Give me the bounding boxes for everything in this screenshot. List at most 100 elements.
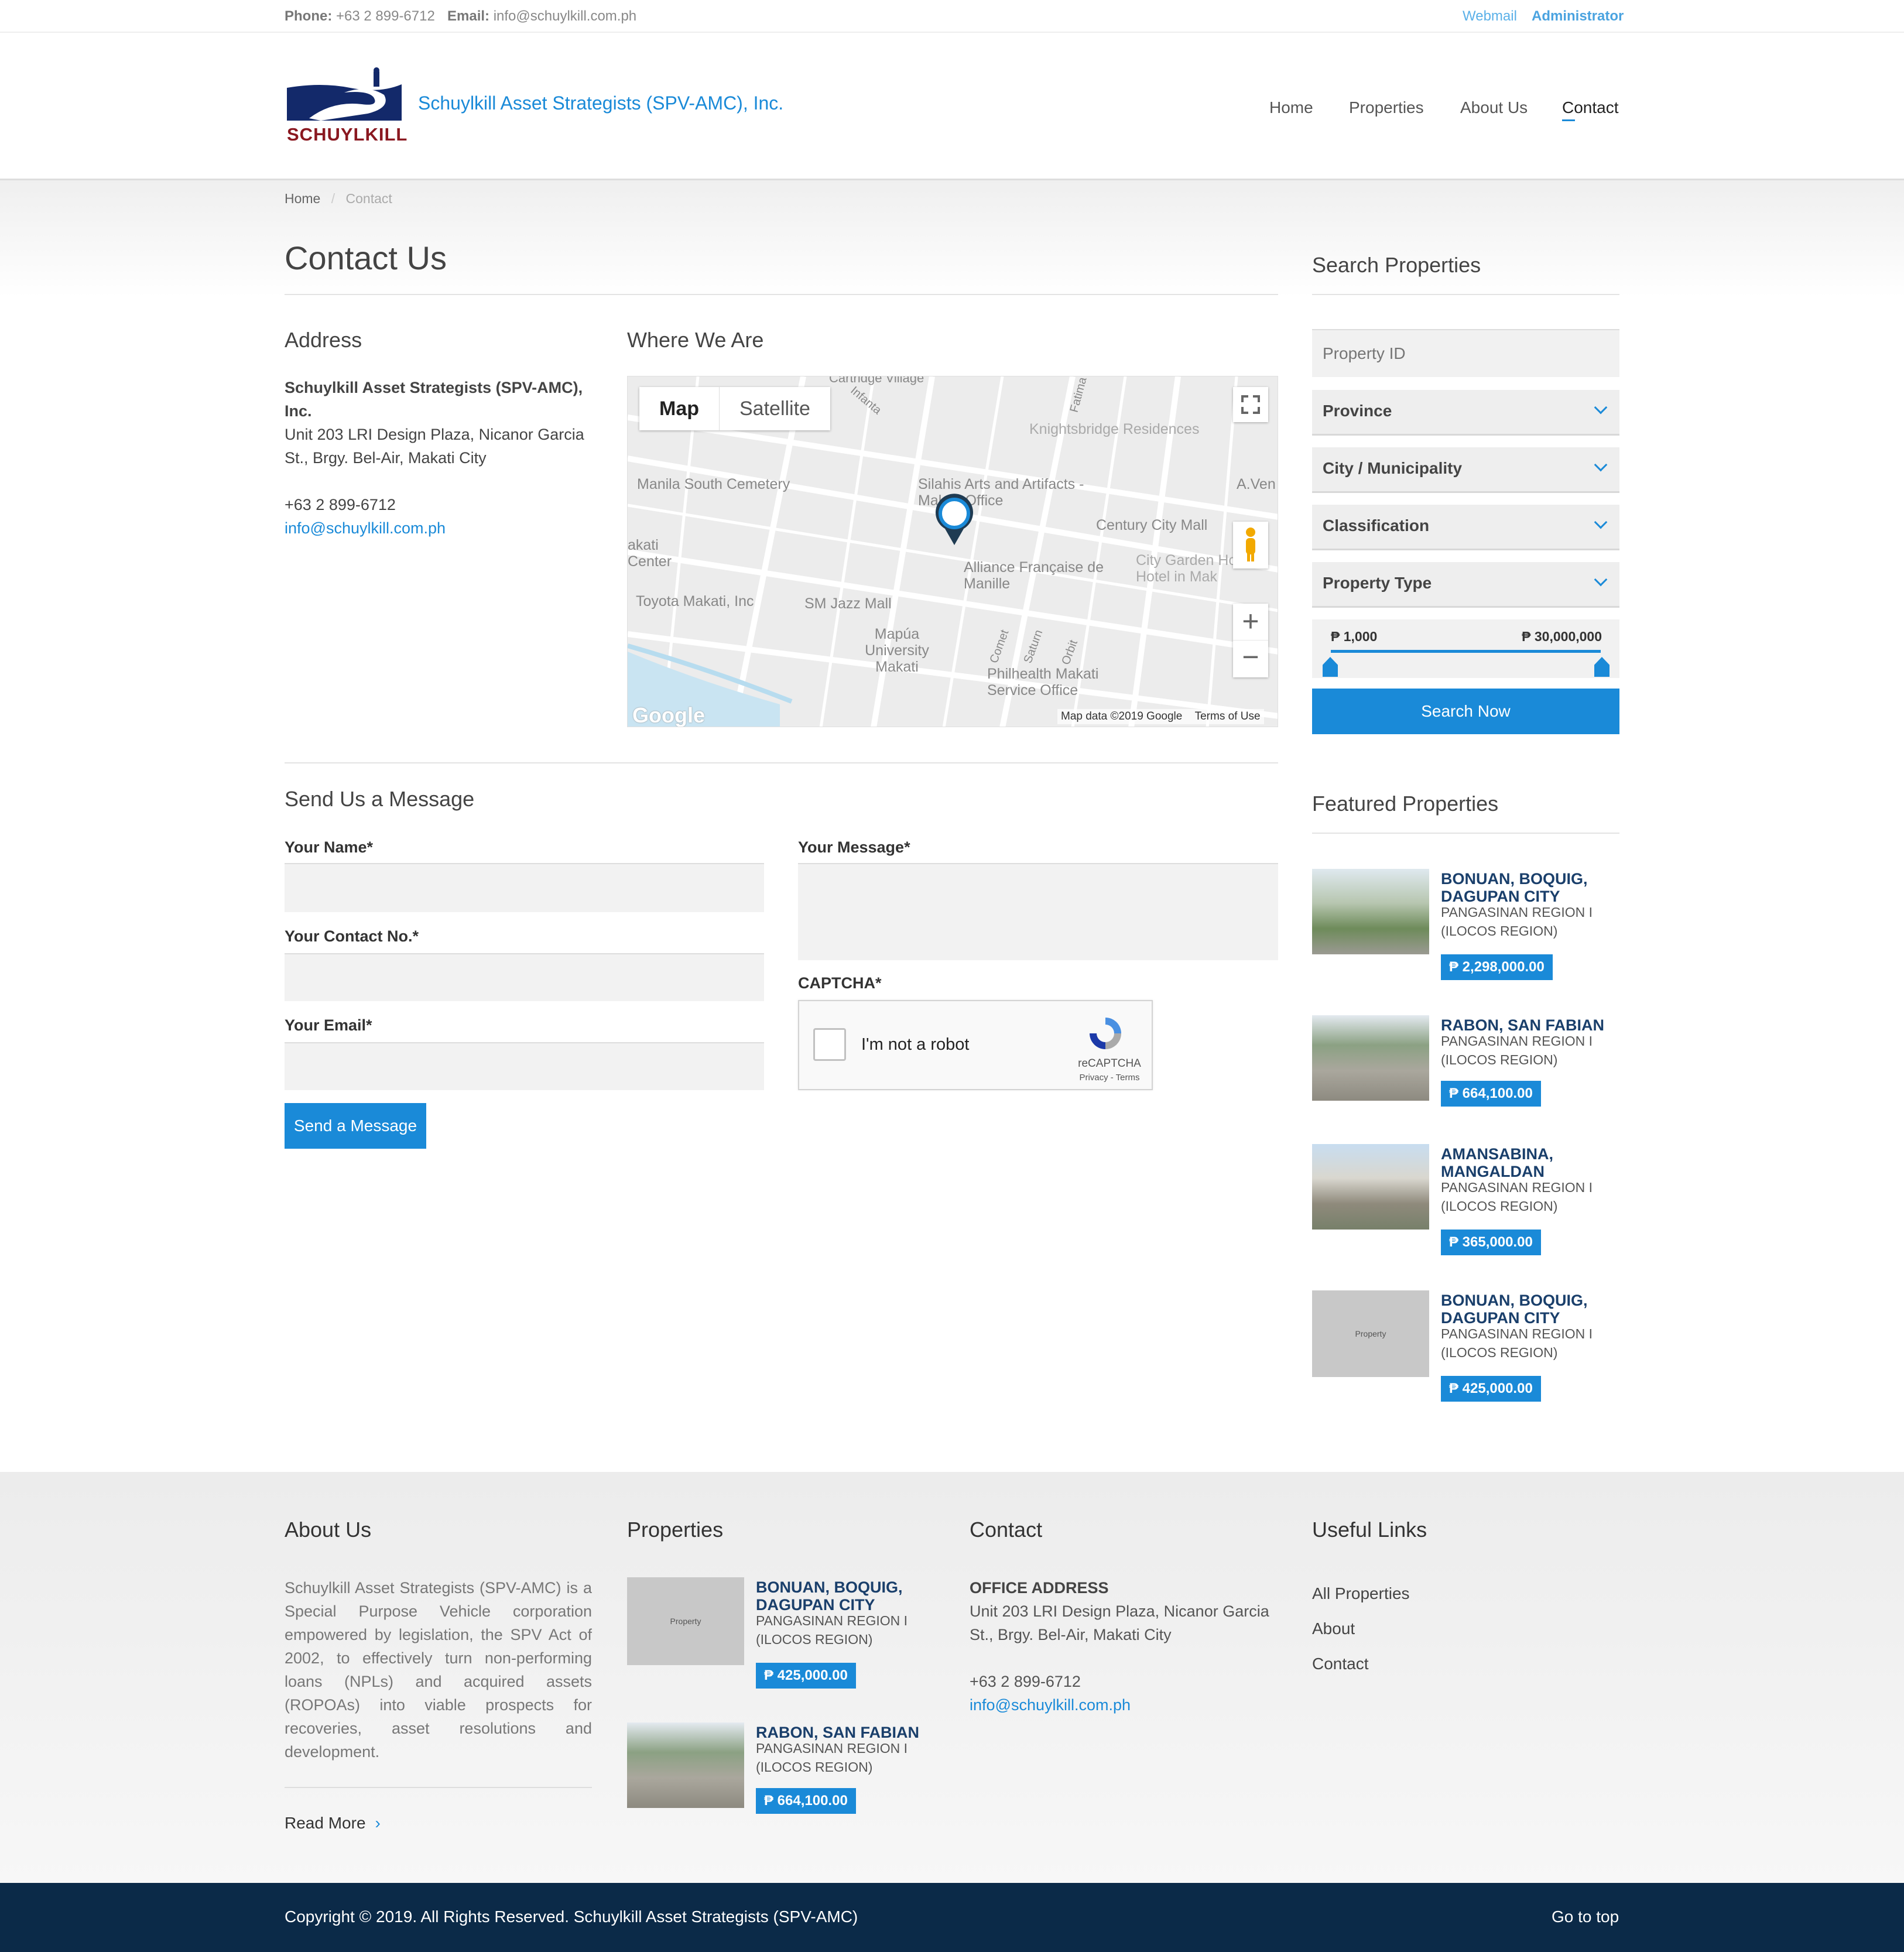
contact-number-input[interactable]: [285, 953, 764, 1001]
name-input[interactable]: [285, 863, 764, 912]
zoom-in-button[interactable]: +: [1233, 604, 1268, 641]
map-label: Manila South Cemetery: [637, 476, 790, 492]
breadcrumb-current: Contact: [345, 191, 392, 206]
street-view-pegman[interactable]: [1233, 522, 1268, 569]
map-label: Fatima: [1067, 376, 1090, 414]
chevron-down-icon: [1594, 400, 1608, 415]
copyright-text: Copyright © 2019. All Rights Reserved. S…: [285, 1908, 858, 1926]
property-thumbnail[interactable]: [1312, 1015, 1429, 1101]
max-price-label: ₱ 30,000,000: [1522, 629, 1602, 644]
price-range-slider: ₱ 1,000 ₱ 30,000,000: [1312, 619, 1619, 678]
featured-property-card[interactable]: RABON, SAN FABIAN PANGASINAN REGION I (I…: [1312, 1015, 1619, 1132]
property-title[interactable]: AMANSABINA, MANGALDAN: [1441, 1145, 1617, 1180]
slider-track: [1331, 650, 1601, 653]
slider-min-handle[interactable]: [1323, 657, 1338, 677]
message-textarea[interactable]: [798, 863, 1278, 960]
map-terms-link[interactable]: Terms of Use: [1195, 710, 1261, 722]
footer-link-contact[interactable]: Contact: [1312, 1646, 1410, 1682]
featured-property-card[interactable]: Property BONUAN, BOQUIG, DAGUPAN CITY PA…: [1312, 1290, 1619, 1408]
footer-about-heading: About Us: [285, 1518, 372, 1542]
footer-property-card[interactable]: RABON, SAN FABIAN PANGASINAN REGION I (I…: [627, 1722, 934, 1840]
classification-select[interactable]: Classification: [1312, 505, 1619, 550]
map-label: Infanta: [848, 384, 884, 417]
breadcrumb-home[interactable]: Home: [285, 191, 320, 206]
send-message-button[interactable]: Send a Message: [285, 1103, 426, 1149]
go-to-top-link[interactable]: Go to top: [1552, 1908, 1619, 1926]
property-region-sub: (ILOCOS REGION): [1441, 1052, 1558, 1067]
map-pin-icon: [936, 494, 973, 545]
captcha-label-text: CAPTCHA: [798, 974, 875, 992]
phone-value: +63 2 899-6712: [336, 8, 435, 24]
property-region-sub: (ILOCOS REGION): [756, 1759, 873, 1775]
address-line1: Unit 203 LRI Design Plaza, Nicanor Garci…: [285, 426, 584, 443]
map-tab-map[interactable]: Map: [639, 387, 720, 430]
footer-phone: +63 2 899-6712: [970, 1673, 1081, 1690]
property-thumbnail-placeholder[interactable]: Property: [1312, 1290, 1429, 1377]
nav-properties[interactable]: Properties: [1349, 98, 1424, 117]
property-title[interactable]: BONUAN, BOQUIG, DAGUPAN CITY: [1441, 1292, 1617, 1327]
property-region-sub: (ILOCOS REGION): [756, 1632, 873, 1647]
recaptcha-brand: reCAPTCHA: [1078, 1057, 1141, 1070]
read-more-text: Read More: [285, 1814, 366, 1832]
footer-contact-block: OFFICE ADDRESS Unit 203 LRI Design Plaza…: [970, 1576, 1286, 1717]
address-email-link[interactable]: info@schuylkill.com.ph: [285, 519, 446, 537]
search-now-button[interactable]: Search Now: [1312, 689, 1619, 734]
company-name[interactable]: Schuylkill Asset Strategists (SPV-AMC), …: [418, 93, 783, 114]
city-select[interactable]: City / Municipality: [1312, 447, 1619, 493]
nav-home[interactable]: Home: [1269, 98, 1313, 117]
property-thumbnail[interactable]: [627, 1722, 744, 1808]
fullscreen-button[interactable]: [1233, 387, 1268, 422]
recaptcha-widget: I'm not a robot reCAPTCHA Privacy - Term…: [798, 1000, 1153, 1090]
footer-email-link[interactable]: info@schuylkill.com.ph: [970, 1696, 1131, 1714]
featured-property-card[interactable]: AMANSABINA, MANGALDAN PANGASINAN REGION …: [1312, 1144, 1619, 1261]
office-address-line2: St., Brgy. Bel-Air, Makati City: [970, 1626, 1172, 1643]
logo[interactable]: SCHUYLKILL: [286, 67, 407, 149]
slider-max-handle[interactable]: [1594, 657, 1610, 677]
property-title[interactable]: BONUAN, BOQUIG, DAGUPAN CITY: [756, 1578, 908, 1614]
property-thumbnail[interactable]: [1312, 869, 1429, 954]
zoom-out-button[interactable]: −: [1233, 641, 1268, 677]
email-input[interactable]: [285, 1042, 764, 1090]
message-label: Your Message*: [798, 838, 910, 857]
nav-about-us[interactable]: About Us: [1460, 98, 1528, 117]
province-select[interactable]: Province: [1312, 390, 1619, 436]
administrator-link[interactable]: Administrator: [1532, 8, 1624, 25]
map-marker[interactable]: [932, 492, 977, 546]
footer-contact-heading: Contact: [970, 1518, 1043, 1542]
map-label: Mapúa University Makati: [865, 626, 929, 675]
map[interactable]: Manila South Cemetery Silahis Arts and A…: [627, 376, 1278, 727]
map-type-control: Map Satellite: [639, 387, 830, 430]
topbar-phone: Phone: +63 2 899-6712: [285, 8, 435, 25]
search-divider: [1312, 294, 1619, 295]
nav-contact[interactable]: Contact: [1562, 98, 1619, 117]
property-region-sub: (ILOCOS REGION): [1441, 1198, 1558, 1214]
property-region: PANGASINAN REGION I: [1441, 905, 1593, 920]
featured-divider: [1312, 833, 1619, 834]
map-tab-satellite[interactable]: Satellite: [720, 387, 830, 430]
property-id-input[interactable]: [1312, 329, 1619, 377]
footer-property-card[interactable]: Property BONUAN, BOQUIG, DAGUPAN CITY PA…: [627, 1577, 934, 1694]
recaptcha-checkbox[interactable]: [813, 1028, 846, 1061]
search-heading: Search Properties: [1312, 253, 1481, 277]
footer-link-all-properties[interactable]: All Properties: [1312, 1576, 1410, 1611]
webmail-link[interactable]: Webmail: [1463, 8, 1517, 25]
chevron-down-icon: [1594, 458, 1608, 472]
read-more-link[interactable]: Read More ›: [285, 1814, 381, 1833]
property-thumbnail[interactable]: [1312, 1144, 1429, 1230]
map-data-text: Map data ©2019 Google: [1061, 710, 1183, 722]
property-title[interactable]: BONUAN, BOQUIG, DAGUPAN CITY: [1441, 870, 1617, 905]
footer-link-about[interactable]: About: [1312, 1611, 1410, 1646]
name-label: Your Name*: [285, 838, 373, 857]
featured-property-card[interactable]: BONUAN, BOQUIG, DAGUPAN CITY PANGASINAN …: [1312, 869, 1619, 986]
contact-label: Your Contact No.*: [285, 927, 419, 946]
required-mark: *: [367, 838, 374, 856]
chevron-right-icon: ›: [375, 1814, 381, 1832]
recaptcha-links[interactable]: Privacy - Terms: [1074, 1073, 1145, 1083]
address-heading: Address: [285, 328, 362, 352]
map-label: Knightsbridge Residences: [1029, 421, 1200, 437]
property-thumbnail-placeholder[interactable]: Property: [627, 1577, 744, 1665]
map-heading: Where We Are: [627, 328, 764, 352]
message-label-text: Your Message: [798, 838, 905, 856]
property-type-select[interactable]: Property Type: [1312, 562, 1619, 608]
property-price: ₱ 425,000.00: [1441, 1376, 1541, 1402]
